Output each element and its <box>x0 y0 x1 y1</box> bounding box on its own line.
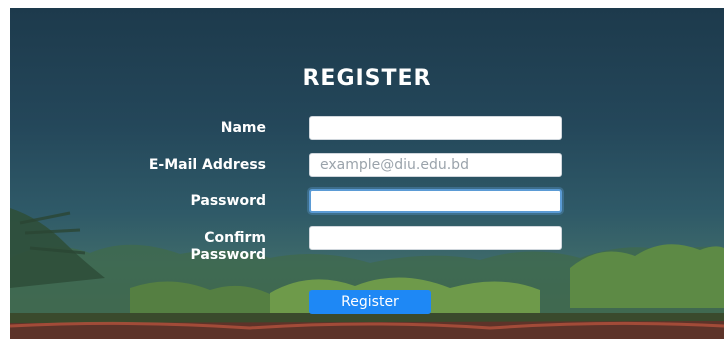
confirm-password-label: Confirm Password <box>160 230 266 264</box>
email-label: E-Mail Address <box>148 157 266 173</box>
password-label: Password <box>190 193 266 209</box>
page-title: REGISTER <box>302 66 432 91</box>
password-field[interactable] <box>309 189 562 213</box>
confirm-password-label-line1: Confirm <box>204 230 266 246</box>
confirm-password-field[interactable] <box>309 226 562 250</box>
name-field[interactable] <box>309 116 562 140</box>
name-label: Name <box>220 120 266 136</box>
confirm-password-label-line2: Password <box>190 247 266 263</box>
register-panel: REGISTER Name E-Mail Address Password Co… <box>10 8 724 339</box>
email-field[interactable] <box>309 153 562 177</box>
register-button[interactable]: Register <box>309 290 431 314</box>
